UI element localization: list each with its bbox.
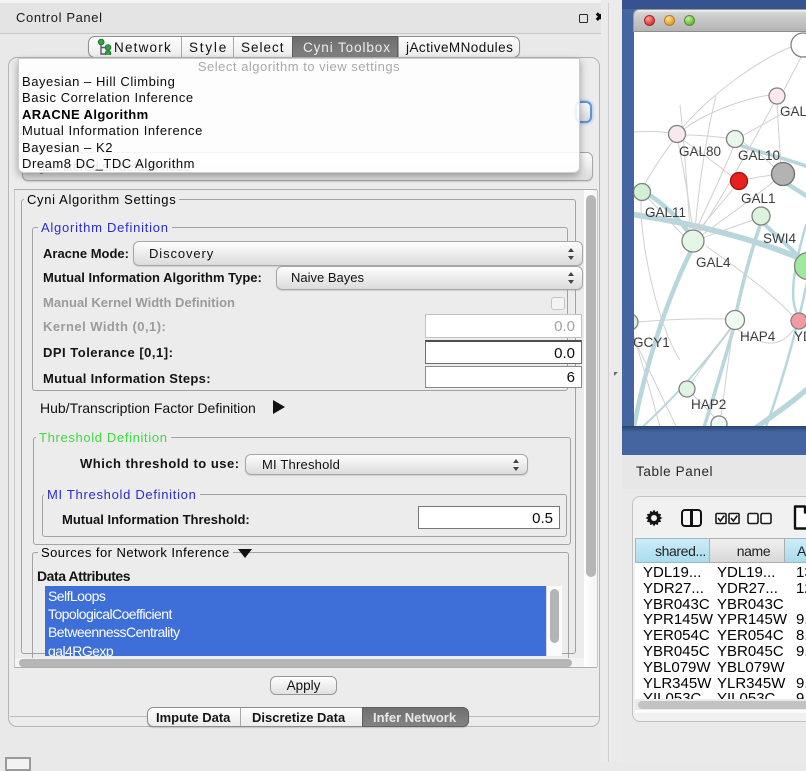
svg-text:GAL80: GAL80 xyxy=(679,144,721,159)
svg-text:HAP2: HAP2 xyxy=(691,397,726,412)
svg-text:GAL11: GAL11 xyxy=(645,205,686,220)
svg-text:GAL1: GAL1 xyxy=(741,191,776,206)
svg-text:HAP4: HAP4 xyxy=(740,329,776,344)
svg-text:GAL7: GAL7 xyxy=(780,104,806,119)
svg-text:YD: YD xyxy=(794,329,806,344)
svg-text:GCY1: GCY1 xyxy=(634,335,670,350)
svg-text:GAL10: GAL10 xyxy=(738,148,780,163)
svg-text:GAL4: GAL4 xyxy=(696,255,731,270)
svg-text:SWI4: SWI4 xyxy=(763,231,796,246)
